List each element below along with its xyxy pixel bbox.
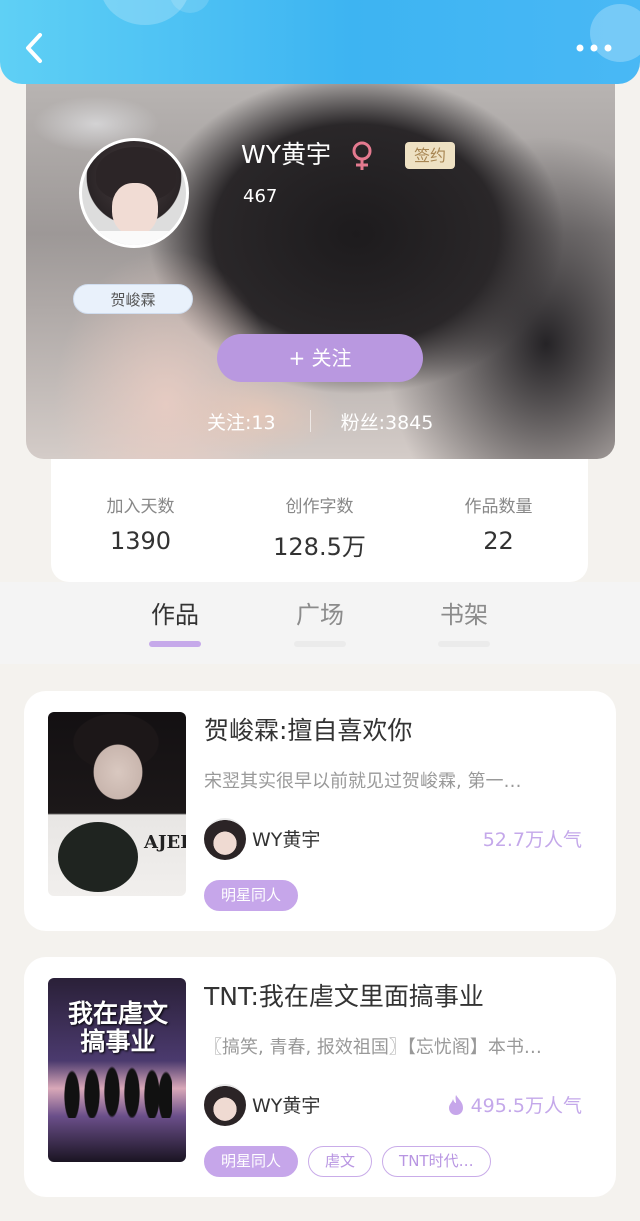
author-avatar: [204, 1084, 246, 1126]
stat-works-count: 作品数量 22: [424, 492, 574, 582]
user-id: 467: [243, 186, 278, 207]
tag-list: 明星同人: [204, 880, 299, 911]
cover-silhouettes: [62, 1066, 172, 1118]
back-button[interactable]: [14, 28, 54, 68]
popularity-value: 495.5万人气: [470, 1095, 582, 1117]
book-description: 〖搞笑, 青春, 报效祖国〗【忘忧阁】本书…: [204, 1037, 542, 1058]
tab-indicator: [149, 641, 201, 647]
tag-list: 明星同人 虐文 TNT时代…: [204, 1146, 491, 1177]
popularity-value: 52.7万人气: [482, 829, 582, 851]
nickname-badge: 贺峻霖: [73, 284, 193, 314]
cover-shirt-text: AJEL: [144, 832, 186, 853]
cover-plant: [58, 822, 138, 892]
book-title[interactable]: TNT:我在虐文里面搞事业: [204, 977, 594, 1013]
popularity: 495.5万人气: [447, 1091, 582, 1118]
user-name: WY黄宇: [241, 140, 331, 169]
popularity: 52.7万人气: [483, 825, 582, 852]
book-cover[interactable]: AJEL: [48, 712, 186, 896]
fire-icon: [448, 1094, 463, 1115]
tab-indicator: [294, 641, 346, 647]
avatar-face: [112, 183, 158, 235]
follow-button[interactable]: + 关注: [217, 334, 423, 382]
female-icon: [352, 141, 372, 170]
book-title[interactable]: 贺峻霖:擅自喜欢你: [204, 711, 594, 747]
fans-count[interactable]: 粉丝:3845: [341, 408, 434, 435]
more-button[interactable]: [568, 28, 620, 68]
stat-value: 1390: [109, 527, 172, 555]
divider: [309, 410, 311, 432]
tab-label: 广场: [296, 601, 344, 629]
tag[interactable]: TNT时代…: [382, 1146, 491, 1177]
more-dots-icon: [576, 44, 612, 52]
tab-bookshelf[interactable]: 书架: [424, 595, 504, 647]
author-name: WY黄宇: [252, 1095, 321, 1117]
stat-join-days: 加入天数 1390: [66, 492, 216, 582]
book-card[interactable]: AJEL 贺峻霖:擅自喜欢你 宋翌其实很早以前就见过贺峻霖, 第一… WY黄宇 …: [24, 691, 616, 931]
author-name: WY黄宇: [252, 829, 321, 851]
book-cover[interactable]: 我在虐文搞事业: [48, 978, 186, 1162]
tab-label: 作品: [151, 601, 199, 629]
stat-label: 作品数量: [464, 497, 533, 517]
book-card[interactable]: 我在虐文搞事业 TNT:我在虐文里面搞事业 〖搞笑, 青春, 报效祖国〗【忘忧阁…: [24, 957, 616, 1197]
stat-value: 22: [483, 527, 514, 555]
tag[interactable]: 明星同人: [204, 880, 299, 911]
stat-word-count: 创作字数 128.5万: [245, 492, 395, 582]
stat-label: 创作字数: [285, 497, 354, 517]
tag[interactable]: 虐文: [308, 1146, 373, 1177]
book-description: 宋翌其实很早以前就见过贺峻霖, 第一…: [204, 771, 522, 792]
top-bar: [0, 0, 640, 84]
tab-works[interactable]: 作品: [135, 595, 215, 647]
stat-value: 128.5万: [273, 533, 366, 561]
tab-indicator: [438, 641, 490, 647]
profile-avatar[interactable]: [79, 138, 189, 248]
cover-title-text: 我在虐文搞事业: [67, 999, 168, 1056]
follow-stats: 关注:13 粉丝:3845: [207, 406, 433, 436]
stats-card: 加入天数 1390 创作字数 128.5万 作品数量 22: [51, 459, 588, 582]
stat-label: 加入天数: [106, 497, 175, 517]
tab-square[interactable]: 广场: [280, 595, 360, 647]
tab-bar: 作品 广场 书架: [0, 582, 640, 664]
following-count[interactable]: 关注:13: [207, 408, 276, 435]
tab-label: 书架: [440, 601, 488, 629]
chevron-left-icon: [26, 33, 42, 63]
author-avatar: [204, 818, 246, 860]
tag[interactable]: 明星同人: [204, 1146, 299, 1177]
signed-badge: 签约: [405, 142, 455, 169]
